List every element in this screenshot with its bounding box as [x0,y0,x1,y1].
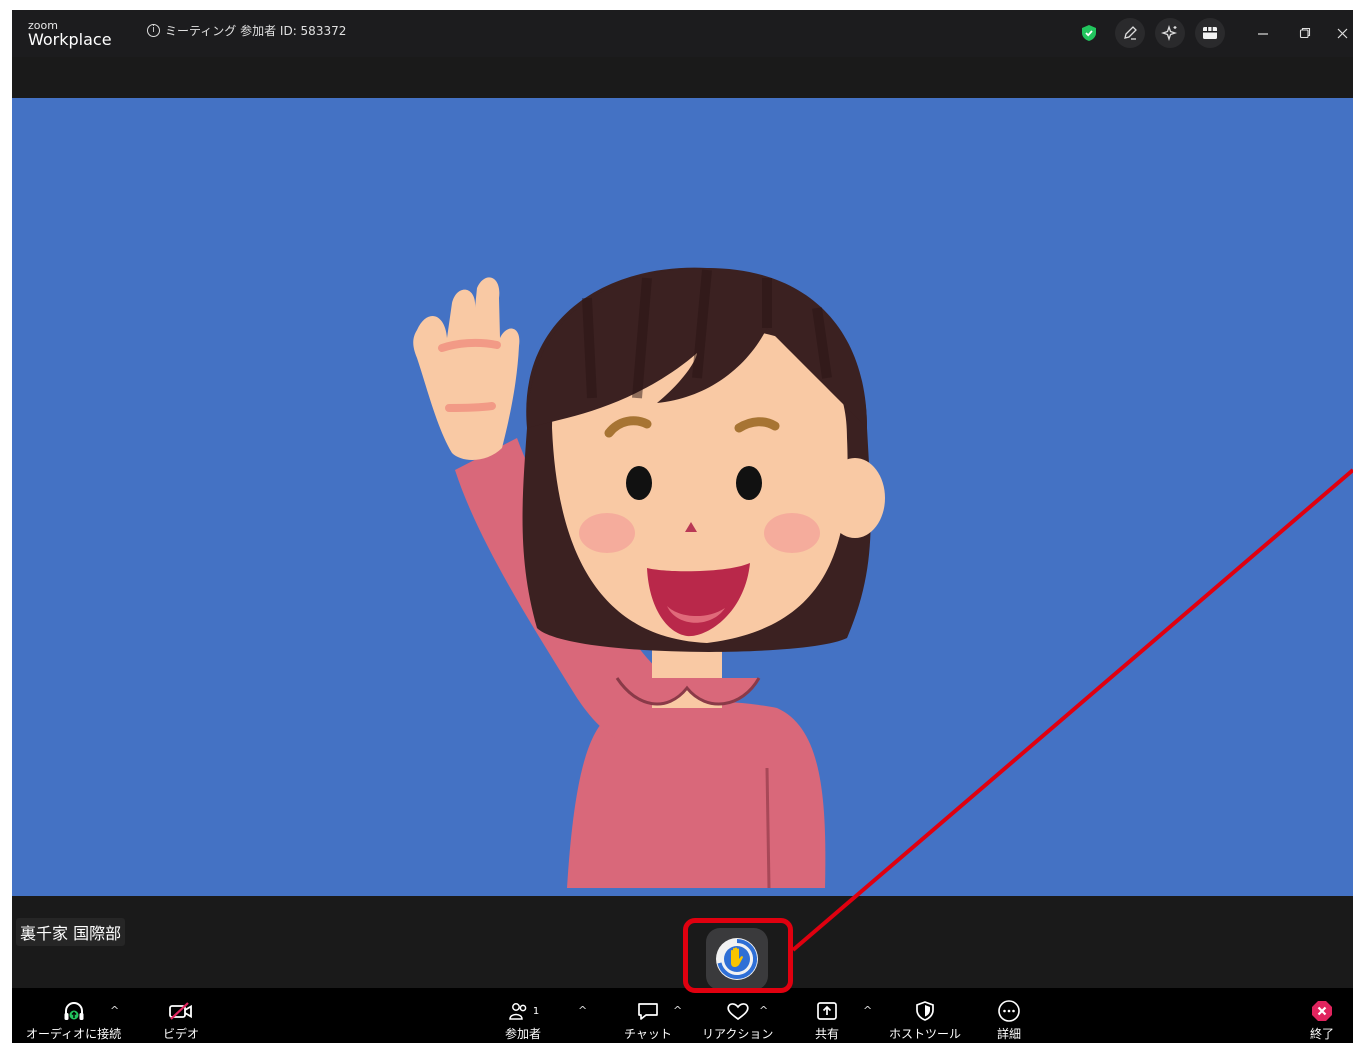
chat-options-caret[interactable]: ^ [673,1004,682,1017]
sub-bar [12,57,1353,98]
participants-button[interactable]: 1 参加者 [505,998,541,1042]
heart-icon [727,1003,749,1021]
participants-icon [509,1003,527,1020]
reactions-options-caret[interactable]: ^ [759,1004,768,1017]
participants-options-caret[interactable]: ^ [578,1004,587,1017]
reactions-label: リアクション [702,1027,774,1041]
logo-workplace-text: Workplace [28,30,112,49]
chat-label: チャット [624,1027,672,1041]
headphones-icon [64,1002,84,1020]
minimize-icon[interactable] [1247,18,1279,48]
close-icon[interactable] [1331,18,1353,48]
zoom-window: zoom Workplace i ミーティング 参加者 ID: 583372 裏… [12,10,1353,1043]
host-tools-label: ホストツール [889,1027,962,1041]
video-label: ビデオ [163,1027,200,1041]
info-icon: i [147,24,160,37]
share-screen-icon [817,1002,837,1020]
meeting-toolbar: オーディオに接続 ^ ビデオ 1 参加者 ^ チャット ^ リアクション ^ 共… [12,988,1353,1043]
audio-options-caret[interactable]: ^ [110,1004,119,1017]
end-label: 終了 [1310,1027,1335,1041]
chat-icon [638,1003,658,1020]
audio-label: オーディオに接続 [26,1027,122,1041]
participant-name-tag: 裏千家 国際部 [16,918,126,946]
girl-waving-illustration [413,267,885,889]
host-shield-icon [916,1001,934,1021]
meeting-info[interactable]: i ミーティング 参加者 ID: 583372 [147,22,346,39]
annotate-pen-icon[interactable] [1115,18,1145,48]
zoom-logo: zoom Workplace [28,20,112,48]
more-button[interactable]: 詳細 [997,998,1021,1042]
apps-icon[interactable] [1195,18,1225,48]
title-bar: zoom Workplace i ミーティング 参加者 ID: 583372 [12,10,1353,57]
restore-icon[interactable] [1289,18,1321,48]
video-off-icon [169,1002,192,1020]
video-button[interactable]: ビデオ [163,998,199,1042]
more-dots-icon [998,1000,1020,1022]
annotation-highlight-box [683,918,793,993]
end-meeting-icon [1312,1001,1332,1021]
participant-video [12,98,1353,896]
host-tools-button[interactable]: ホストツール [889,998,961,1042]
chat-button[interactable]: チャット [624,998,672,1042]
meeting-info-text: ミーティング 参加者 ID: 583372 [165,24,347,38]
ai-sparkle-icon[interactable] [1155,18,1185,48]
share-options-caret[interactable]: ^ [863,1004,872,1017]
end-button[interactable]: 終了 [1310,998,1334,1042]
participants-count: 1 [532,1005,540,1017]
more-label: 詳細 [997,1027,1022,1041]
security-shield-icon[interactable] [1073,18,1105,48]
share-button[interactable]: 共有 [815,998,839,1042]
audio-button[interactable]: オーディオに接続 [26,998,121,1042]
share-label: 共有 [815,1027,840,1041]
participants-label: 参加者 [505,1027,542,1041]
